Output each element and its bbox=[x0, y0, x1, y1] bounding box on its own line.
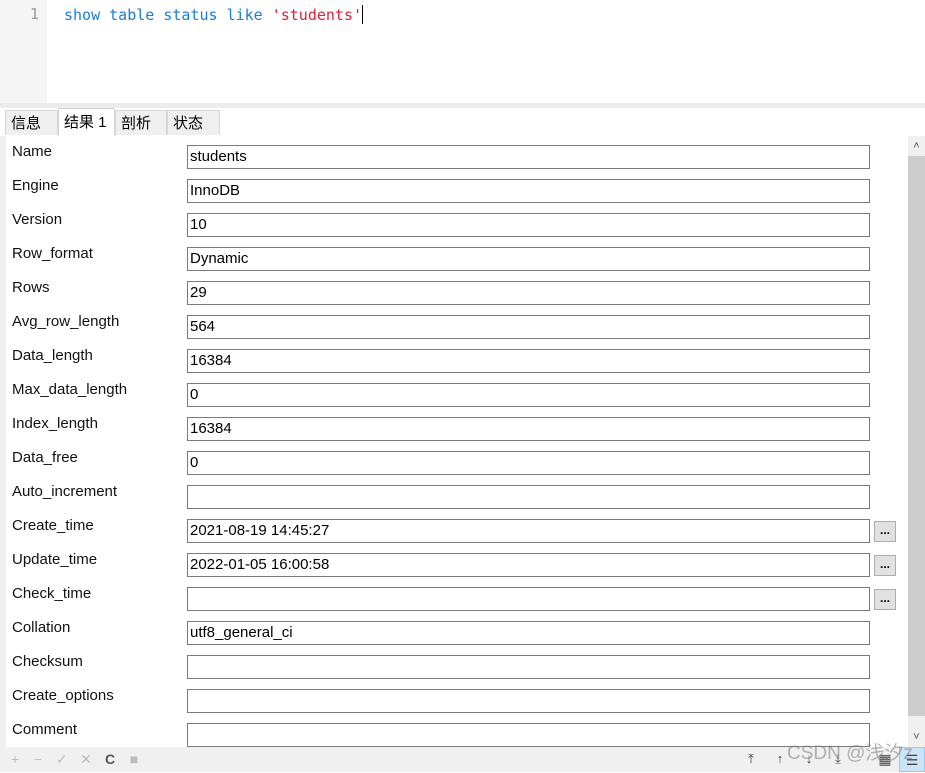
field-label: Checksum bbox=[12, 653, 83, 670]
grid-view-icon[interactable]: ▦ bbox=[872, 747, 898, 772]
add-record-icon[interactable]: + bbox=[6, 750, 24, 768]
stop-icon[interactable]: ■ bbox=[125, 750, 143, 768]
tab-status[interactable]: 状态 bbox=[167, 110, 220, 135]
form-row-check-time: Check_time... bbox=[6, 585, 908, 613]
form-view-icon[interactable]: ☰ bbox=[899, 747, 925, 772]
refresh-icon[interactable]: C bbox=[101, 750, 119, 768]
tab-info[interactable]: 信息 bbox=[5, 110, 58, 135]
field-label: Create_time bbox=[12, 517, 94, 534]
comment-field[interactable] bbox=[187, 723, 870, 747]
collation-field[interactable]: utf8_general_ci bbox=[187, 621, 870, 645]
engine-field[interactable]: InnoDB bbox=[187, 179, 870, 203]
form-row-version: Version 10 bbox=[6, 211, 908, 239]
form-row-engine: Engine InnoDB bbox=[6, 177, 908, 205]
form-row-create-options: Create_options bbox=[6, 687, 908, 715]
avg-row-length-field[interactable]: 564 bbox=[187, 315, 870, 339]
field-label: Name bbox=[12, 143, 53, 160]
apply-changes-icon[interactable]: ✓ bbox=[53, 750, 71, 768]
vertical-scrollbar[interactable]: ˄ ˅ bbox=[908, 136, 925, 747]
sql-code-line[interactable]: show table status like 'students' bbox=[64, 5, 364, 24]
create-options-field[interactable] bbox=[187, 689, 870, 713]
date-picker-button[interactable]: ... bbox=[874, 589, 896, 610]
form-row-update-time: Update_time 2022-01-05 16:00:58... bbox=[6, 551, 908, 579]
data-length-field[interactable]: 16384 bbox=[187, 349, 870, 373]
rows-field[interactable]: 29 bbox=[187, 281, 870, 305]
last-record-icon[interactable]: ⤓ bbox=[829, 750, 847, 768]
form-row-checksum: Checksum bbox=[6, 653, 908, 681]
row-format-field[interactable]: Dynamic bbox=[187, 247, 870, 271]
create-time-field[interactable]: 2021-08-19 14:45:27 bbox=[187, 519, 870, 543]
discard-changes-icon[interactable]: ✕ bbox=[77, 750, 95, 768]
form-row-data-length: Data_length 16384 bbox=[6, 347, 908, 375]
form-row-create-time: Create_time 2021-08-19 14:45:27... bbox=[6, 517, 908, 545]
result-tabs: 信息 结果 1 剖析 状态 bbox=[0, 108, 925, 137]
record-toolbar: + − ✓ ✕ C ■ ⤒ ↑ ↓ ⤓ ▦ ☰ bbox=[0, 747, 925, 772]
field-label: Auto_increment bbox=[12, 483, 118, 500]
auto-increment-field[interactable] bbox=[187, 485, 870, 509]
form-row-index-length: Index_length 16384 bbox=[6, 415, 908, 443]
previous-record-icon[interactable]: ↑ bbox=[771, 750, 789, 768]
check-time-field[interactable] bbox=[187, 587, 870, 611]
next-record-icon[interactable]: ↓ bbox=[800, 750, 818, 768]
text-caret bbox=[362, 5, 364, 24]
index-length-field[interactable]: 16384 bbox=[187, 417, 870, 441]
sql-keywords: show table status like bbox=[64, 6, 272, 24]
field-label: Data_length bbox=[12, 347, 93, 364]
field-label: Rows bbox=[12, 279, 50, 296]
date-picker-button[interactable]: ... bbox=[874, 521, 896, 542]
field-label: Index_length bbox=[12, 415, 98, 432]
form-row-avg-row-length: Avg_row_length 564 bbox=[6, 313, 908, 341]
form-row-max-data-length: Max_data_length 0 bbox=[6, 381, 908, 409]
form-row-row-format: Row_format Dynamic bbox=[6, 245, 908, 273]
form-row-auto-increment: Auto_increment bbox=[6, 483, 908, 511]
sql-editor[interactable]: 1 show table status like 'students' bbox=[0, 0, 925, 103]
line-number: 1 bbox=[30, 5, 40, 23]
sql-string-literal: 'students' bbox=[271, 6, 363, 24]
record-form-view: Name students Engine InnoDB Version 10 Row_for… bbox=[6, 136, 908, 747]
form-row-collation: Collation utf8_general_ci bbox=[6, 619, 908, 647]
field-label: Update_time bbox=[12, 551, 98, 568]
update-time-field[interactable]: 2022-01-05 16:00:58 bbox=[187, 553, 870, 577]
field-label: Avg_row_length bbox=[12, 313, 120, 330]
first-record-icon[interactable]: ⤒ bbox=[742, 750, 760, 768]
field-label: Engine bbox=[12, 177, 59, 194]
field-label: Row_format bbox=[12, 245, 93, 262]
delete-record-icon[interactable]: − bbox=[29, 750, 47, 768]
field-label: Check_time bbox=[12, 585, 92, 602]
field-label: Collation bbox=[12, 619, 71, 636]
field-label: Max_data_length bbox=[12, 381, 128, 398]
name-field[interactable]: students bbox=[187, 145, 870, 169]
scrollbar-thumb[interactable] bbox=[908, 156, 925, 716]
line-gutter: 1 bbox=[0, 0, 47, 103]
data-free-field[interactable]: 0 bbox=[187, 451, 870, 475]
form-row-name: Name students bbox=[6, 143, 908, 171]
checksum-field[interactable] bbox=[187, 655, 870, 679]
form-row-data-free: Data_free 0 bbox=[6, 449, 908, 477]
form-row-rows: Rows 29 bbox=[6, 279, 908, 307]
field-label: Comment bbox=[12, 721, 78, 738]
date-picker-button[interactable]: ... bbox=[874, 555, 896, 576]
field-label: Version bbox=[12, 211, 63, 228]
tab-result-1[interactable]: 结果 1 bbox=[58, 108, 115, 136]
version-field[interactable]: 10 bbox=[187, 213, 870, 237]
field-label: Data_free bbox=[12, 449, 78, 466]
field-label: Create_options bbox=[12, 687, 114, 704]
scroll-up-icon[interactable]: ˄ bbox=[908, 136, 925, 156]
scroll-down-icon[interactable]: ˅ bbox=[908, 727, 925, 747]
form-row-comment: Comment bbox=[6, 721, 908, 747]
tab-profile[interactable]: 剖析 bbox=[115, 110, 167, 135]
max-data-length-field[interactable]: 0 bbox=[187, 383, 870, 407]
